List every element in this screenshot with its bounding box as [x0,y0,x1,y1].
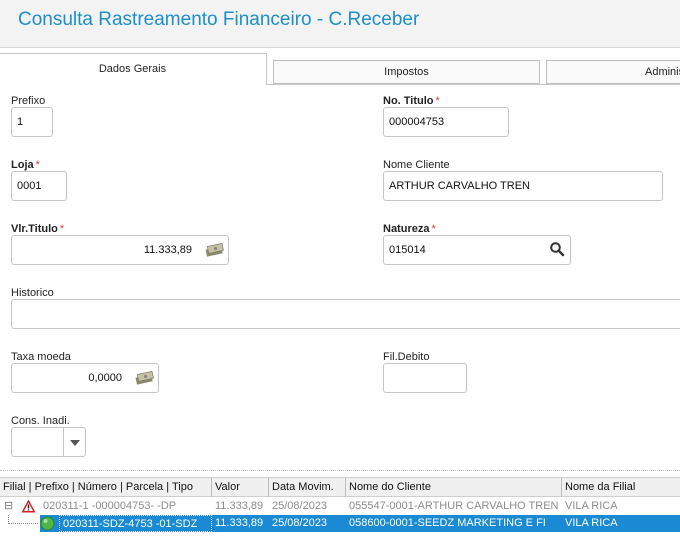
taxa-moeda-label: Taxa moeda [11,351,71,363]
loja-label: Loja * [11,159,40,171]
results-grid: Filial | Prefixo | Número | Parcela | Ti… [0,477,680,538]
table-row[interactable]: 020311-SDZ-4753 -01-SDZ 11.333,89 25/08/… [0,515,680,532]
tab-label: Impostos [384,66,429,78]
row-valor: 11.333,89 [215,500,264,512]
natureza-field[interactable]: 015014 [383,235,571,265]
natureza-label: Natureza * [383,223,436,235]
table-row[interactable]: ⊟ 020311-1 -000004753- -DP 11.333,89 25/… [0,498,680,515]
row-valor: 11.333,89 [215,517,264,529]
vlr-titulo-field[interactable]: 11.333,89 [11,235,229,265]
status-green-icon [40,516,55,531]
header-filial[interactable]: Filial | Prefixo | Número | Parcela | Ti… [0,478,212,497]
fil-debito-field[interactable] [383,363,467,393]
splitter[interactable] [0,470,680,477]
fil-debito-label: Fil.Debito [383,351,430,363]
header-data-movim[interactable]: Data Movim. [269,478,346,497]
tab-dados-gerais[interactable]: Dados Gerais [0,53,267,85]
chevron-down-icon[interactable] [63,428,85,456]
header-valor[interactable]: Valor [212,478,269,497]
tab-label: Dados Gerais [98,63,167,75]
row-data: 25/08/2023 [272,500,328,512]
row-nome-filial: VILA RICA [565,500,618,512]
cons-inadi-select[interactable] [11,427,86,457]
row-data: 25/08/2023 [272,517,328,529]
no-titulo-field[interactable]: 000004753 [383,107,509,137]
row-filial: 020311-SDZ-4753 -01-SDZ [59,515,212,532]
grid-header: Filial | Prefixo | Número | Parcela | Ti… [0,477,680,497]
row-nome-filial: VILA RICA [565,517,618,529]
money-icon[interactable] [205,241,225,257]
row-cliente: 055547-0001-ARTHUR CARVALHO TREN [349,500,559,512]
tree-line [8,523,38,524]
historico-field[interactable] [11,299,680,329]
nome-cliente-field[interactable]: ARTHUR CARVALHO TREN [383,171,663,201]
no-titulo-label: No. Titulo * [383,95,440,107]
natureza-wrapper: 015014 [383,235,571,265]
cons-inadi-label: Cons. Inadi. [11,415,70,427]
tab-label: Adminis [645,66,680,78]
warning-icon [21,499,36,513]
title-bar: Consulta Rastreamento Financeiro - C.Rec… [0,0,680,48]
tab-strip: Dados Gerais Impostos Adminis [0,48,680,85]
tab-administrativo[interactable]: Adminis [546,60,680,84]
tab-impostos[interactable]: Impostos [273,60,540,84]
historico-label: Historico [11,287,54,299]
taxa-moeda-wrapper: 0,0000 [11,363,159,393]
search-icon[interactable] [549,241,565,257]
header-nome-filial[interactable]: Nome da Filial [562,478,680,497]
prefixo-field[interactable]: 1 [11,107,53,137]
tree-indent [0,515,40,532]
collapse-toggle-icon[interactable]: ⊟ [1,498,13,515]
row-cliente: 058600-0001-SEEDZ MARKETING E FI [349,517,546,529]
window-title: Consulta Rastreamento Financeiro - C.Rec… [18,9,420,30]
form-panel: Prefixo 1 No. Titulo * 000004753 Loja * 00… [0,84,680,470]
nome-cliente-label: Nome Cliente [383,159,450,171]
money-icon[interactable] [135,369,155,385]
vlr-titulo-wrapper: 11.333,89 [11,235,229,265]
row-filial: 020311-1 -000004753- -DP [43,500,177,512]
header-nome-cliente[interactable]: Nome do Cliente [346,478,562,497]
prefixo-label: Prefixo [11,95,46,107]
loja-field[interactable]: 0001 [11,171,67,201]
vlr-titulo-label: Vlr.Titulo * [11,223,65,235]
